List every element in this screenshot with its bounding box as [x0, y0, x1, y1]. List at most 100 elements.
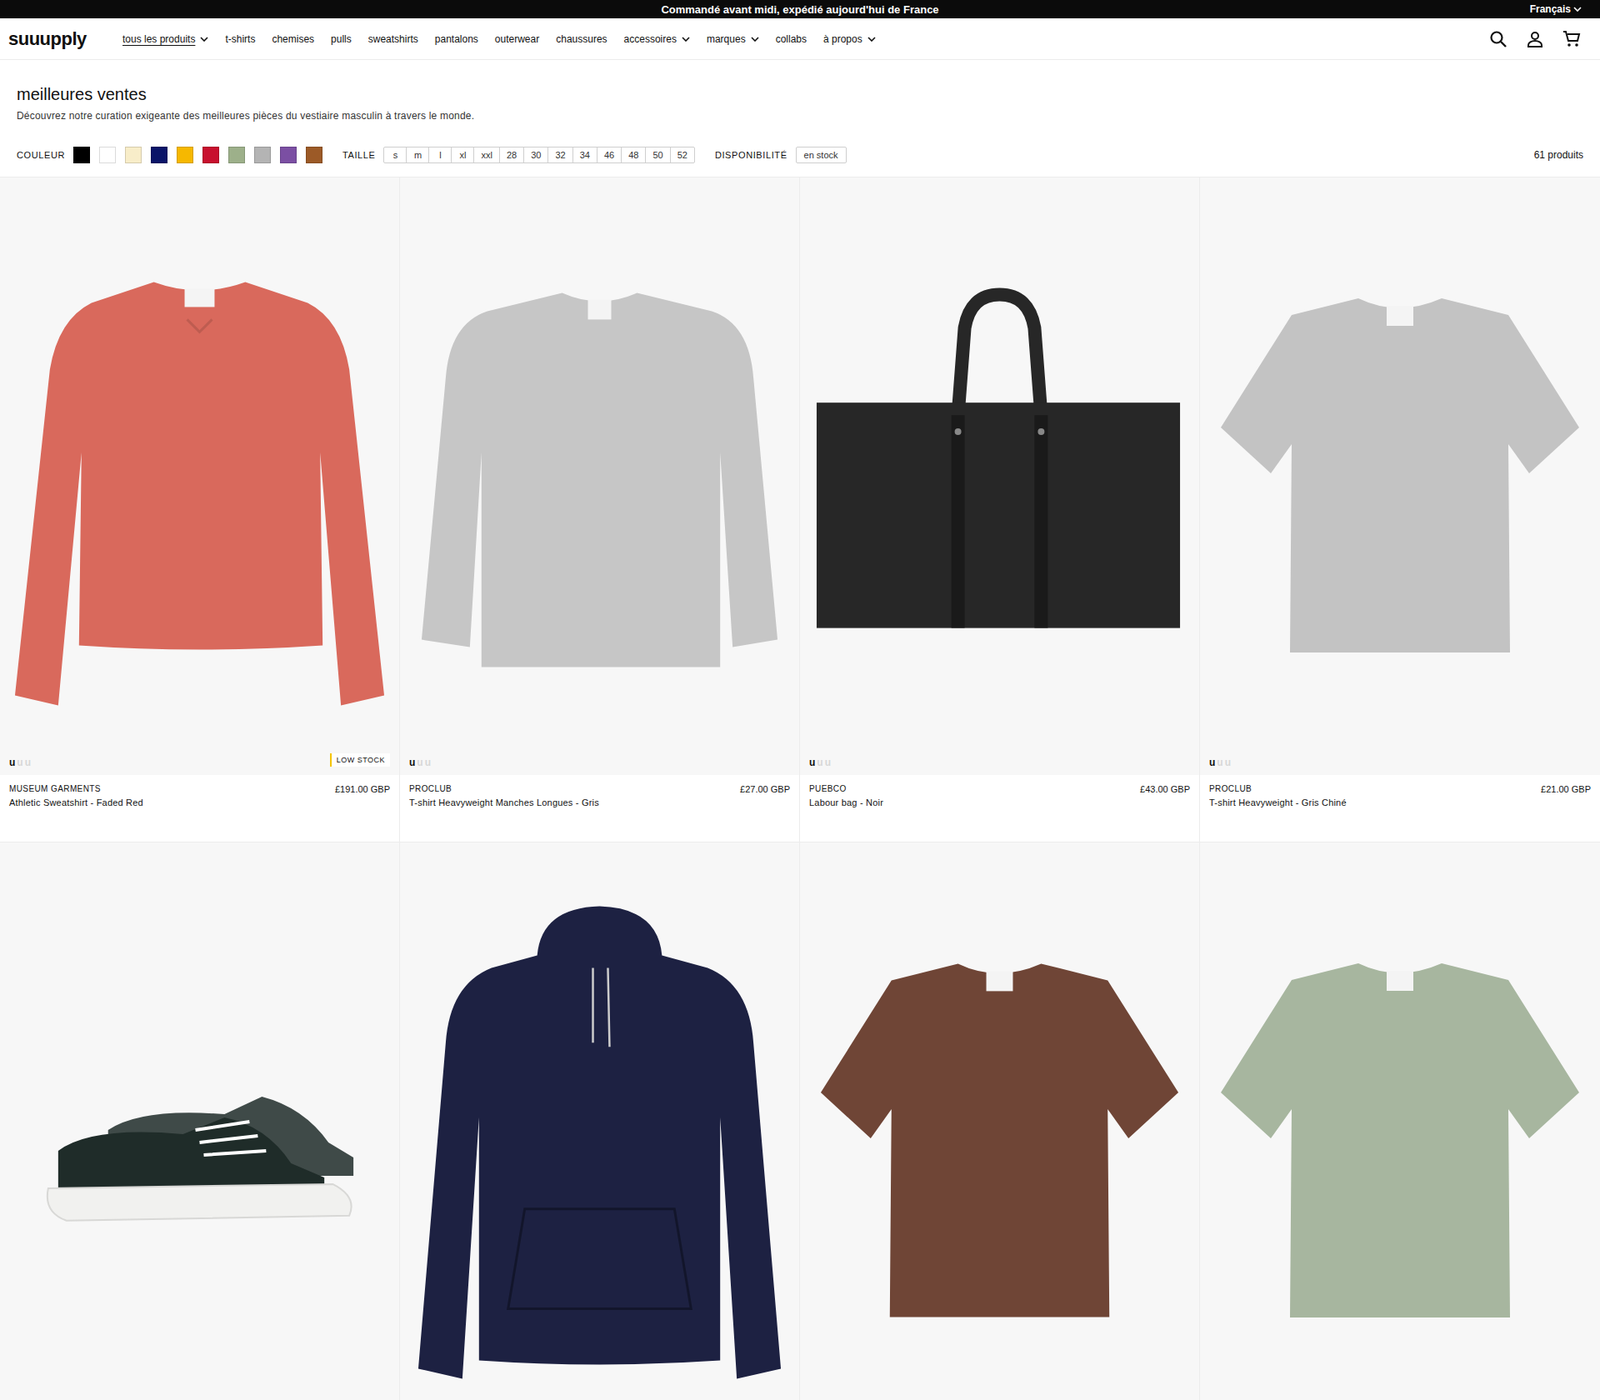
chevron-down-icon — [200, 36, 209, 42]
page-header: meilleures ventes Découvrez notre curati… — [0, 60, 1600, 177]
color-swatch[interactable] — [73, 146, 90, 164]
color-swatch[interactable] — [305, 146, 323, 164]
longsleeve-picture — [400, 177, 800, 775]
nav-item[interactable]: tous les produits — [122, 33, 209, 45]
image-indicators: uuu — [809, 756, 831, 769]
page: Commandé avant midi, expédié aujourd'hui… — [0, 0, 1600, 1400]
size-option[interactable]: 34 — [572, 147, 597, 163]
availability-option[interactable]: en stock — [795, 146, 847, 164]
color-swatch[interactable] — [202, 146, 220, 164]
nav-item[interactable]: à propos — [823, 33, 876, 45]
stock-badge: LOW STOCK — [330, 753, 390, 767]
product-card[interactable] — [400, 842, 800, 1400]
chevron-down-icon — [750, 36, 760, 42]
product-brand: MUSEUM GARMENTS — [9, 784, 101, 795]
nav-item-label: sweatshirts — [368, 33, 419, 45]
product-name: Athletic Sweatshirt - Faded Red — [9, 797, 390, 808]
size-option[interactable]: 50 — [645, 147, 670, 163]
main-nav: suuupply tous les produits t-shirts chem… — [0, 18, 1600, 60]
product-name: T-shirt Heavyweight - Gris Chiné — [1209, 797, 1591, 808]
product-card[interactable] — [1200, 842, 1600, 1400]
cart-icon[interactable] — [1561, 29, 1582, 50]
nav-item[interactable]: chaussures — [555, 33, 607, 45]
product-image: uuu — [800, 177, 1200, 775]
nav-item-label: collabs — [775, 33, 807, 45]
image-indicators: uuu — [409, 756, 431, 769]
product-card[interactable] — [0, 842, 400, 1400]
color-swatch[interactable] — [150, 146, 168, 164]
nav-item[interactable]: pantalons — [435, 33, 479, 45]
language-label: Français — [1530, 3, 1571, 15]
product-name: Labour bag - Noir — [809, 797, 1190, 808]
page-subtitle: Découvrez notre curation exigeante des m… — [16, 110, 1584, 122]
size-option[interactable]: 46 — [596, 147, 621, 163]
image-indicator[interactable]: u — [1225, 756, 1231, 769]
product-card[interactable]: uuu PROCLUB £27.00 GBP T-shirt Heavyweig… — [400, 177, 800, 843]
logo[interactable]: suuupply — [8, 28, 123, 50]
color-swatch[interactable] — [254, 146, 271, 164]
size-option[interactable]: xxl — [473, 147, 499, 163]
product-card[interactable]: uuu LOW STOCK MUSEUM GARMENTS £191.00 GB… — [0, 177, 400, 843]
tshirt-picture — [1200, 177, 1600, 775]
image-indicator[interactable]: u — [409, 756, 415, 769]
size-option[interactable]: 52 — [670, 147, 695, 163]
image-indicator[interactable]: u — [25, 756, 31, 769]
product-brand: PROCLUB — [409, 784, 452, 795]
color-swatch[interactable] — [176, 146, 194, 164]
image-indicator[interactable]: u — [425, 756, 431, 769]
color-swatch[interactable] — [99, 146, 116, 164]
nav-item[interactable]: collabs — [775, 33, 807, 45]
nav-item[interactable]: marques — [706, 33, 760, 45]
product-info: PROCLUB £21.00 GBP T-shirt Heavyweight -… — [1200, 775, 1600, 842]
size-option[interactable]: 48 — [620, 147, 645, 163]
nav-item[interactable]: accessoires — [624, 33, 690, 45]
nav-item[interactable]: pulls — [330, 33, 352, 45]
size-option[interactable]: xl — [450, 147, 474, 163]
product-image: uuu — [400, 177, 800, 775]
nav-item[interactable]: sweatshirts — [368, 33, 419, 45]
nav-item-label: outerwear — [495, 33, 540, 45]
search-icon[interactable] — [1488, 29, 1509, 50]
image-indicator[interactable]: u — [1209, 756, 1215, 769]
product-card[interactable] — [800, 842, 1200, 1400]
product-price: £21.00 GBP — [1540, 784, 1591, 795]
sweatshirt-picture — [0, 177, 400, 775]
account-icon[interactable] — [1525, 29, 1545, 50]
nav-item[interactable]: chemises — [271, 33, 315, 45]
size-option[interactable]: l — [428, 147, 451, 163]
color-swatch[interactable] — [228, 146, 245, 164]
size-option[interactable]: 32 — [547, 147, 572, 163]
size-option[interactable]: m — [405, 147, 429, 163]
product-card[interactable]: uuu PROCLUB £21.00 GBP T-shirt Heavyweig… — [1200, 177, 1600, 843]
size-option[interactable]: 30 — [523, 147, 548, 163]
image-indicators: uuu — [1209, 756, 1231, 769]
color-swatch[interactable] — [280, 146, 297, 164]
size-option[interactable]: s — [384, 147, 406, 163]
availability-filter-label: DISPONIBILITÉ — [715, 150, 788, 160]
image-indicator[interactable]: u — [416, 756, 423, 769]
product-card[interactable]: uuu PUEBCO £43.00 GBP Labour bag - Noir — [800, 177, 1200, 843]
image-indicator[interactable]: u — [816, 756, 823, 769]
image-indicator[interactable]: u — [16, 756, 23, 769]
language-selector[interactable]: Français — [1530, 0, 1582, 19]
color-swatches — [73, 146, 323, 164]
product-name: T-shirt Heavyweight Manches Longues - Gr… — [409, 797, 790, 808]
image-indicator[interactable]: u — [9, 756, 15, 769]
nav-item-label: chaussures — [555, 33, 607, 45]
announcement-text: Commandé avant midi, expédié aujourd'hui… — [660, 3, 939, 16]
image-indicator[interactable]: u — [809, 756, 815, 769]
hoodie-picture — [400, 842, 800, 1400]
image-indicator[interactable]: u — [1216, 756, 1223, 769]
size-option[interactable]: 28 — [499, 147, 524, 163]
product-price: £43.00 GBP — [1140, 784, 1190, 795]
nav-item[interactable]: outerwear — [495, 33, 540, 45]
product-info: MUSEUM GARMENTS £191.00 GBP Athletic Swe… — [0, 775, 400, 842]
nav-item-label: à propos — [823, 33, 863, 45]
size-filter-label: TAILLE — [342, 150, 375, 160]
product-image: uuu — [1200, 177, 1600, 775]
color-swatch[interactable] — [125, 146, 142, 164]
nav-item[interactable]: t-shirts — [225, 33, 255, 45]
product-image — [1200, 842, 1600, 1400]
image-indicator[interactable]: u — [825, 756, 831, 769]
product-image — [400, 842, 800, 1400]
